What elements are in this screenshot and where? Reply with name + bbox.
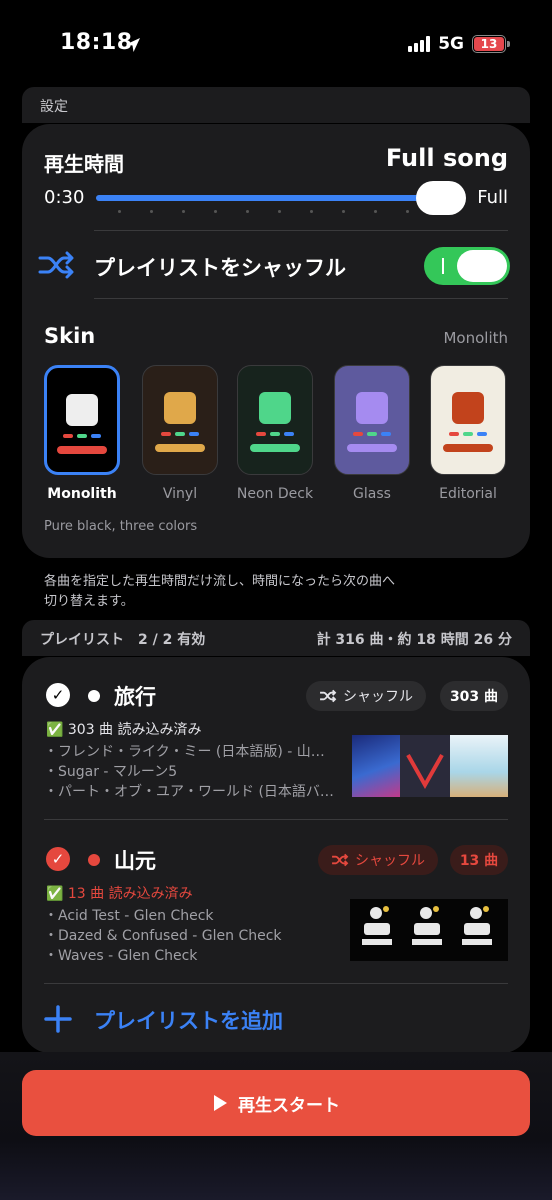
play-start-label: 再生スタート [238, 1095, 340, 1116]
skin-option-label: Glass [353, 486, 391, 502]
checkmark-icon[interactable]: ✓ [46, 683, 70, 707]
load-status: ✅ 13 曲 読み込み済み [46, 886, 193, 902]
signal-icon [408, 36, 431, 52]
shuffle-pill[interactable]: シャッフル [306, 681, 426, 711]
shuffle-icon [320, 689, 337, 703]
skin-option[interactable] [44, 365, 120, 475]
playlist-summary: 計 316 曲・約 18 時間 26 分 [316, 632, 512, 648]
skin-option-label: Neon Deck [236, 486, 314, 502]
play-icon [214, 1095, 227, 1111]
track-count-badge: 303 曲 [440, 681, 508, 711]
skin-option[interactable] [142, 365, 218, 475]
album-art [400, 735, 450, 797]
track-line: ・フレンド・ライク・ミー (日本語版) - 山… [44, 744, 325, 760]
play-start-button[interactable]: 再生スタート [22, 1070, 530, 1136]
shuffle-label: プレイリストをシャッフル [94, 256, 346, 280]
skin-option-label: Vinyl [162, 486, 198, 502]
skin-title: Skin [44, 324, 96, 348]
settings-card: 再生時間 Full song 0:30 Full プレイリストをシャッフル Sk… [22, 124, 530, 558]
skin-current: Monolith [443, 329, 508, 347]
add-playlist-label: プレイリストを追加 [94, 1009, 283, 1033]
album-art [352, 735, 400, 797]
playlist-item[interactable]: ✓ 山元 シャッフル 13 曲 ✅ 13 曲 読み込み済み ・Acid Test… [22, 821, 530, 981]
playlist-section-label: プレイリスト 2 / 2 有効 [40, 632, 206, 648]
skin-option[interactable] [237, 365, 313, 475]
playlist-card: ✓ 旅行 シャッフル 303 曲 ✅ 303 曲 読み込み済み ・フレンド・ライ… [22, 657, 530, 1053]
track-line: ・Waves - Glen Check [44, 948, 198, 964]
track-line: ・Acid Test - Glen Check [44, 908, 214, 924]
duration-title: 再生時間 [44, 152, 124, 176]
track-line: ・パート・オブ・ユア・ワールド (日本語バ… [44, 784, 334, 800]
skin-option[interactable] [430, 365, 506, 475]
playlist-item[interactable]: ✓ 旅行 シャッフル 303 曲 ✅ 303 曲 読み込み済み ・フレンド・ライ… [22, 657, 530, 817]
duration-slider[interactable] [96, 181, 466, 220]
plus-icon [44, 1005, 72, 1033]
duration-max-label: Full [477, 187, 508, 208]
duration-slider-fill [96, 195, 436, 201]
playlist-name: 山元 [114, 849, 156, 873]
track-count-badge: 13 曲 [450, 845, 508, 875]
duration-min-label: 0:30 [44, 187, 85, 208]
network-label: 5G [438, 34, 464, 54]
playlist-name: 旅行 [114, 685, 156, 709]
status-time: 18:18 [60, 30, 133, 55]
status-indicators: 5G 13 [408, 34, 510, 54]
skin-description: Pure black, three colors [44, 519, 198, 534]
duration-value: Full song [385, 144, 508, 172]
battery-level: 13 [474, 37, 504, 51]
location-arrow-icon [126, 38, 140, 52]
skin-option-label: Editorial [439, 486, 497, 502]
skin-option-label: Monolith [47, 486, 117, 502]
add-playlist-button[interactable]: プレイリストを追加 [22, 987, 530, 1047]
album-art [350, 899, 508, 961]
shuffle-toggle-knob [457, 250, 507, 282]
checkmark-icon[interactable]: ✓ [46, 847, 70, 871]
load-status: ✅ 303 曲 読み込み済み [46, 722, 202, 738]
color-dot [88, 854, 100, 866]
shuffle-icon [332, 853, 349, 867]
skin-option[interactable] [334, 365, 410, 475]
playlist-section-header: プレイリスト 2 / 2 有効 計 316 曲・約 18 時間 26 分 [22, 620, 530, 656]
settings-section-header: 設定 [22, 87, 530, 123]
duration-footnote: 各曲を指定した再生時間だけ流し、時間になったら次の曲へ 切り替えます。 [44, 574, 396, 609]
settings-section-label: 設定 [40, 99, 68, 115]
duration-slider-thumb[interactable] [416, 181, 466, 215]
color-dot [88, 690, 100, 702]
track-line: ・Sugar - マルーン5 [44, 764, 178, 780]
battery-icon: 13 [472, 35, 510, 53]
track-line: ・Dazed & Confused - Glen Check [44, 928, 282, 944]
shuffle-pill[interactable]: シャッフル [318, 845, 438, 875]
album-art [450, 735, 508, 797]
shuffle-toggle[interactable] [424, 247, 510, 285]
shuffle-icon [38, 251, 74, 279]
